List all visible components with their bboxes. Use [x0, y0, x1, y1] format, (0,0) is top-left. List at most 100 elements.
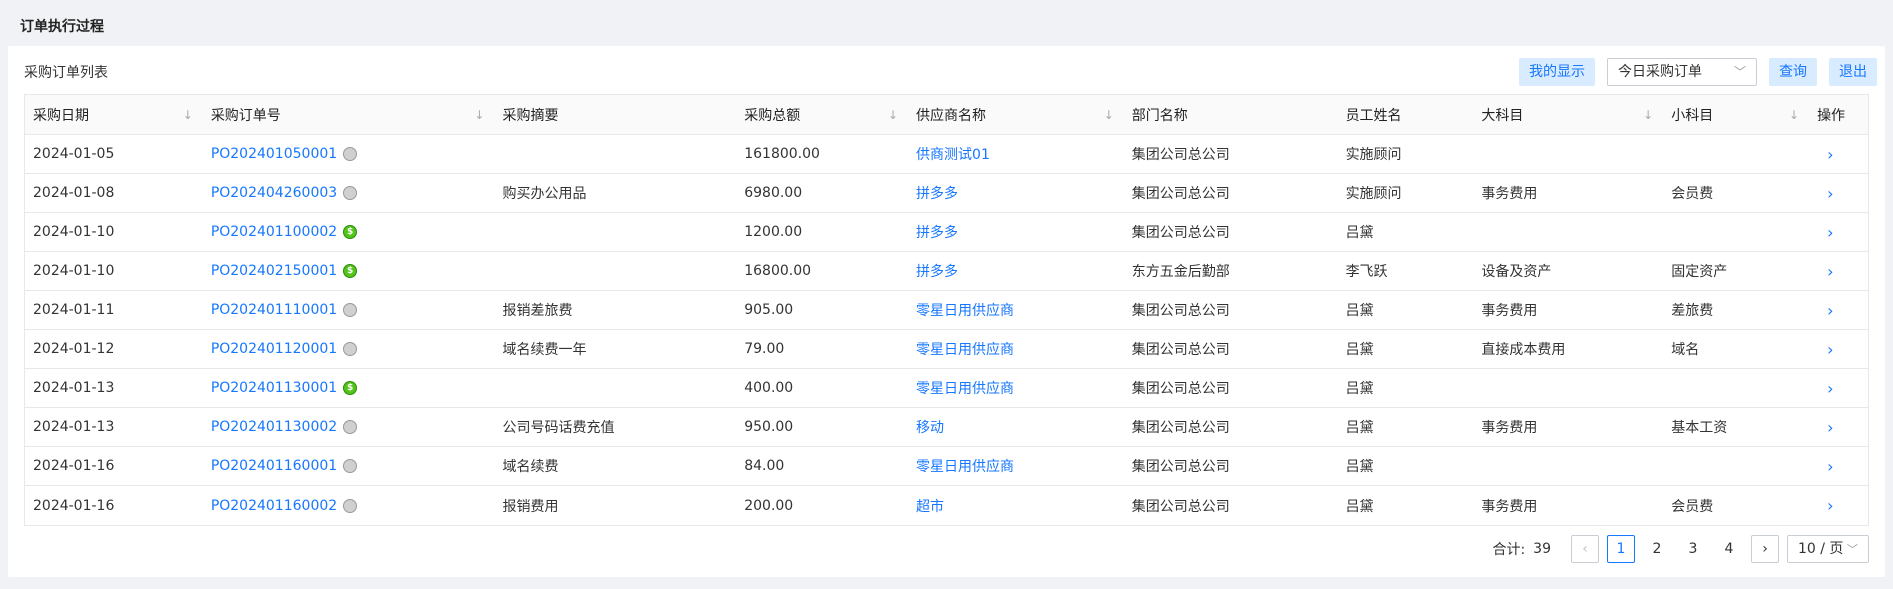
cell-employee: 吕黛 [1345, 381, 1374, 397]
header-supplier[interactable]: 供应商名称 ↓ [908, 95, 1124, 134]
order-number-link[interactable]: PO202402150001 [211, 263, 337, 279]
chevron-right-icon[interactable]: › [1817, 223, 1833, 242]
cell-action: › [1809, 447, 1868, 485]
header-order-no[interactable]: 采购订单号 ↓ [203, 95, 495, 134]
chevron-right-icon[interactable]: › [1817, 184, 1833, 203]
status-circle-icon [343, 303, 358, 317]
header-action: 操作 [1817, 107, 1846, 124]
exit-button[interactable]: 退出 [1829, 58, 1877, 86]
table-row: 2024-01-05 PO202401050001 161800.00 供商测试01 集… [25, 135, 1868, 174]
cell-dept: 集团公司总公司 [1131, 459, 1230, 475]
cell-supplier: 零星日用供应商 [908, 447, 1124, 485]
cell-summary [494, 252, 736, 290]
cell-amount: 200.00 [744, 497, 794, 514]
cell-action: › [1809, 135, 1868, 173]
sort-down-icon[interactable]: ↓ [1104, 108, 1114, 122]
supplier-link[interactable]: 拼多多 [916, 261, 958, 281]
supplier-link[interactable]: 零星日用供应商 [916, 300, 1014, 320]
list-title: 采购订单列表 [24, 65, 108, 81]
order-number-link[interactable]: PO202401110001 [211, 302, 337, 318]
chevron-right-icon[interactable]: › [1817, 418, 1833, 437]
cell-date: 2024-01-08 [33, 185, 115, 201]
order-number-link[interactable]: PO202404260003 [211, 185, 337, 201]
cell-dept: 集团公司总公司 [1131, 225, 1230, 241]
page-3-button[interactable]: 3 [1679, 535, 1707, 563]
status-circle-icon [343, 498, 358, 513]
cell-supplier: 超市 [908, 486, 1124, 525]
sort-down-icon[interactable]: ↓ [474, 108, 484, 122]
page-2-button[interactable]: 2 [1643, 535, 1671, 563]
cell-amount: 84.00 [744, 458, 785, 474]
cell-order-no: PO202401160002 [203, 486, 495, 525]
cell-action: › [1809, 252, 1868, 290]
cell-amount: 1200.00 [744, 224, 803, 240]
cell-employee: 李飞跃 [1345, 264, 1388, 280]
order-filter-select[interactable]: 今日采购订单 ﹀ [1607, 58, 1757, 86]
header-minor-subject[interactable]: 小科目 ↓ [1663, 95, 1809, 134]
chevron-right-icon[interactable]: › [1817, 340, 1833, 359]
cell-date: 2024-01-13 [33, 380, 115, 396]
cell-employee: 吕黛 [1345, 420, 1374, 436]
cell-amount: 950.00 [744, 419, 794, 435]
supplier-link[interactable]: 零星日用供应商 [916, 456, 1014, 476]
supplier-link[interactable]: 供商测试01 [916, 144, 990, 164]
cell-action: › [1809, 369, 1868, 407]
header-date[interactable]: 采购日期 ↓ [25, 95, 203, 134]
cell-date: 2024-01-13 [33, 419, 115, 435]
chevron-right-icon[interactable]: › [1817, 262, 1833, 281]
cell-employee: 吕黛 [1345, 225, 1374, 241]
order-number-link[interactable]: PO202401120001 [211, 341, 337, 357]
supplier-link[interactable]: 超市 [916, 496, 944, 516]
chevron-right-icon[interactable]: › [1817, 379, 1833, 398]
cell-minor-subject: 基本工资 [1671, 420, 1728, 436]
order-number-link[interactable]: PO202401160001 [211, 458, 337, 474]
chevron-right-icon[interactable]: › [1817, 496, 1833, 515]
page-4-button[interactable]: 4 [1715, 535, 1743, 563]
cell-supplier: 拼多多 [908, 174, 1124, 212]
status-circle-icon [343, 147, 358, 161]
supplier-link[interactable]: 零星日用供应商 [916, 339, 1014, 359]
cell-minor-subject: 会员费 [1671, 498, 1714, 515]
sort-down-icon[interactable]: ↓ [1643, 108, 1653, 122]
cell-amount: 905.00 [744, 302, 794, 318]
cell-dept: 集团公司总公司 [1131, 147, 1230, 163]
prev-page-button[interactable]: ‹ [1571, 535, 1599, 563]
cell-major-subject [1473, 369, 1663, 407]
header-summary: 采购摘要 [502, 107, 559, 124]
supplier-link[interactable]: 拼多多 [916, 222, 958, 242]
sort-down-icon[interactable]: ↓ [888, 108, 898, 122]
cell-minor-subject: 会员费 [1671, 186, 1714, 202]
order-number-link[interactable]: PO202401160002 [211, 498, 337, 514]
cell-minor-subject [1663, 213, 1809, 251]
header-amount[interactable]: 采购总额 ↓ [736, 95, 908, 134]
order-number-link[interactable]: PO202401100002 [211, 224, 337, 240]
status-circle-icon [343, 420, 358, 434]
total-label: 合计: [1492, 542, 1526, 558]
cell-major-subject: 事务费用 [1481, 498, 1538, 515]
cell-amount: 16800.00 [744, 263, 812, 279]
page-size-select[interactable]: 10 / 页 ﹀ [1787, 535, 1869, 563]
order-number-link[interactable]: PO202401050001 [211, 146, 337, 162]
page-1-button[interactable]: 1 [1607, 535, 1635, 563]
order-number-link[interactable]: PO202401130002 [211, 419, 337, 435]
table-header-row: 采购日期 ↓ 采购订单号 ↓ 采购摘要 采购总额 ↓ 供应商名称 ↓ 部门名称 员工姓名… [25, 95, 1868, 135]
header-major-subject[interactable]: 大科目 ↓ [1473, 95, 1663, 134]
cell-action: › [1809, 213, 1868, 251]
dollar-circle-icon: $ [343, 225, 358, 239]
next-page-button[interactable]: › [1751, 535, 1779, 563]
cell-supplier: 零星日用供应商 [908, 330, 1124, 368]
order-number-link[interactable]: PO202401130001 [211, 380, 337, 396]
sort-down-icon[interactable]: ↓ [1789, 108, 1799, 122]
my-display-button[interactable]: 我的显示 [1519, 58, 1595, 86]
supplier-link[interactable]: 拼多多 [916, 183, 958, 203]
chevron-right-icon[interactable]: › [1817, 301, 1833, 320]
cell-summary [494, 135, 736, 173]
chevron-right-icon: › [1762, 541, 1768, 557]
supplier-link[interactable]: 移动 [916, 417, 944, 437]
chevron-right-icon[interactable]: › [1817, 457, 1833, 476]
sort-down-icon[interactable]: ↓ [183, 108, 193, 122]
chevron-right-icon[interactable]: › [1817, 145, 1833, 164]
cell-action: › [1809, 330, 1868, 368]
query-button[interactable]: 查询 [1769, 58, 1817, 86]
supplier-link[interactable]: 零星日用供应商 [916, 378, 1014, 398]
